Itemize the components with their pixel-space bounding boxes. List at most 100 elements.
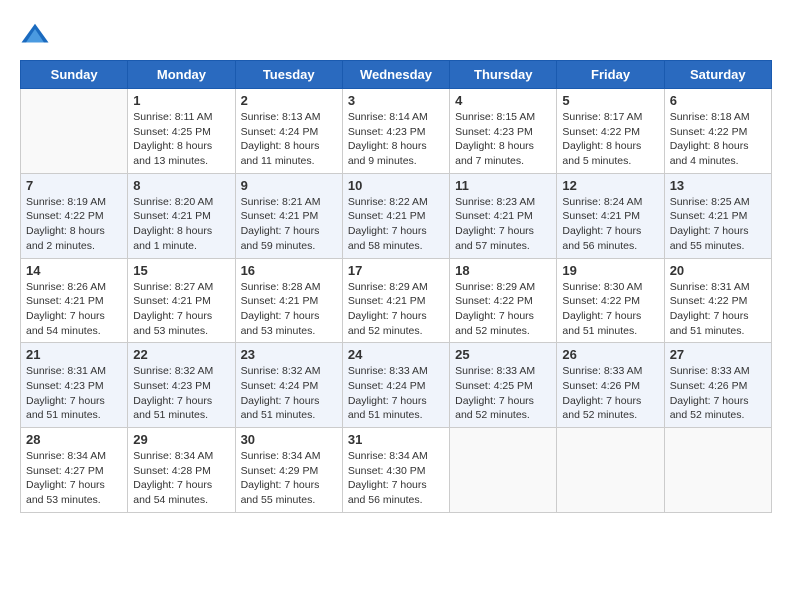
calendar-cell: 3Sunrise: 8:14 AM Sunset: 4:23 PM Daylig… <box>342 89 449 174</box>
calendar-cell: 18Sunrise: 8:29 AM Sunset: 4:22 PM Dayli… <box>450 258 557 343</box>
calendar-cell: 28 Sunrise: 8:34 AM Sunset: 4:27 PM Dayli… <box>21 428 128 513</box>
cell-info: Sunrise: 8:28 AM Sunset: 4:21 PM Dayligh… <box>241 280 337 339</box>
day-number: 6 <box>670 93 766 108</box>
day-number: 18 <box>455 263 551 278</box>
calendar-cell: 23 Sunrise: 8:32 AM Sunset: 4:24 PM Dayli… <box>235 343 342 428</box>
calendar-cell: 17 Sunrise: 8:29 AM Sunset: 4:21 PM Dayli… <box>342 258 449 343</box>
day-number: 28 <box>26 432 122 447</box>
cell-info: Sunrise: 8:33 AM Sunset: 4:26 PM Dayligh… <box>562 364 658 423</box>
calendar-cell: 15Sunrise: 8:27 AM Sunset: 4:21 PM Dayli… <box>128 258 235 343</box>
day-number: 26 <box>562 347 658 362</box>
cell-info: Sunrise: 8:17 AM Sunset: 4:22 PM Dayligh… <box>562 110 658 169</box>
day-number: 4 <box>455 93 551 108</box>
weekday-header-friday: Friday <box>557 61 664 89</box>
weekday-header-wednesday: Wednesday <box>342 61 449 89</box>
day-number: 23 <box>241 347 337 362</box>
day-number: 11 <box>455 178 551 193</box>
cell-info: Sunrise: 8:33 AM Sunset: 4:26 PM Dayligh… <box>670 364 766 423</box>
day-number: 27 <box>670 347 766 362</box>
calendar-cell: 26 Sunrise: 8:33 AM Sunset: 4:26 PM Dayli… <box>557 343 664 428</box>
calendar-cell: 25Sunrise: 8:33 AM Sunset: 4:25 PM Dayli… <box>450 343 557 428</box>
calendar-body: 1 Sunrise: 8:11 AM Sunset: 4:25 PM Daylig… <box>21 89 772 513</box>
cell-info: Sunrise: 8:31 AM Sunset: 4:22 PM Dayligh… <box>670 280 766 339</box>
day-number: 7 <box>26 178 122 193</box>
calendar-cell: 14 Sunrise: 8:26 AM Sunset: 4:21 PM Dayli… <box>21 258 128 343</box>
day-number: 31 <box>348 432 444 447</box>
weekday-header-sunday: Sunday <box>21 61 128 89</box>
calendar-cell: 10Sunrise: 8:22 AM Sunset: 4:21 PM Dayli… <box>342 173 449 258</box>
day-number: 9 <box>241 178 337 193</box>
calendar-week-2: 7 Sunrise: 8:19 AM Sunset: 4:22 PM Daylig… <box>21 173 772 258</box>
weekday-header-row: SundayMondayTuesdayWednesdayThursdayFrid… <box>21 61 772 89</box>
calendar-cell: 19Sunrise: 8:30 AM Sunset: 4:22 PM Dayli… <box>557 258 664 343</box>
logo <box>20 20 54 50</box>
calendar-week-1: 1 Sunrise: 8:11 AM Sunset: 4:25 PM Daylig… <box>21 89 772 174</box>
cell-info: Sunrise: 8:11 AM Sunset: 4:25 PM Dayligh… <box>133 110 229 169</box>
calendar-cell: 21 Sunrise: 8:31 AM Sunset: 4:23 PM Dayli… <box>21 343 128 428</box>
calendar-cell <box>557 428 664 513</box>
cell-info: Sunrise: 8:34 AM Sunset: 4:30 PM Dayligh… <box>348 449 444 508</box>
cell-info: Sunrise: 8:32 AM Sunset: 4:23 PM Dayligh… <box>133 364 229 423</box>
cell-info: Sunrise: 8:23 AM Sunset: 4:21 PM Dayligh… <box>455 195 551 254</box>
calendar-week-3: 14 Sunrise: 8:26 AM Sunset: 4:21 PM Dayli… <box>21 258 772 343</box>
cell-info: Sunrise: 8:34 AM Sunset: 4:28 PM Dayligh… <box>133 449 229 508</box>
calendar-week-5: 28 Sunrise: 8:34 AM Sunset: 4:27 PM Dayli… <box>21 428 772 513</box>
calendar-cell: 5 Sunrise: 8:17 AM Sunset: 4:22 PM Daylig… <box>557 89 664 174</box>
day-number: 8 <box>133 178 229 193</box>
calendar-week-4: 21 Sunrise: 8:31 AM Sunset: 4:23 PM Dayli… <box>21 343 772 428</box>
page-header <box>20 20 772 50</box>
calendar-cell: 11 Sunrise: 8:23 AM Sunset: 4:21 PM Dayli… <box>450 173 557 258</box>
day-number: 16 <box>241 263 337 278</box>
day-number: 10 <box>348 178 444 193</box>
calendar-cell: 29 Sunrise: 8:34 AM Sunset: 4:28 PM Dayli… <box>128 428 235 513</box>
calendar-cell: 1 Sunrise: 8:11 AM Sunset: 4:25 PM Daylig… <box>128 89 235 174</box>
calendar-cell: 20 Sunrise: 8:31 AM Sunset: 4:22 PM Dayli… <box>664 258 771 343</box>
cell-info: Sunrise: 8:34 AM Sunset: 4:27 PM Dayligh… <box>26 449 122 508</box>
day-number: 24 <box>348 347 444 362</box>
calendar-cell: 13 Sunrise: 8:25 AM Sunset: 4:21 PM Dayli… <box>664 173 771 258</box>
cell-info: Sunrise: 8:24 AM Sunset: 4:21 PM Dayligh… <box>562 195 658 254</box>
day-number: 30 <box>241 432 337 447</box>
cell-info: Sunrise: 8:26 AM Sunset: 4:21 PM Dayligh… <box>26 280 122 339</box>
day-number: 12 <box>562 178 658 193</box>
cell-info: Sunrise: 8:32 AM Sunset: 4:24 PM Dayligh… <box>241 364 337 423</box>
calendar-cell: 27 Sunrise: 8:33 AM Sunset: 4:26 PM Dayli… <box>664 343 771 428</box>
cell-info: Sunrise: 8:29 AM Sunset: 4:21 PM Dayligh… <box>348 280 444 339</box>
weekday-header-thursday: Thursday <box>450 61 557 89</box>
day-number: 17 <box>348 263 444 278</box>
cell-info: Sunrise: 8:31 AM Sunset: 4:23 PM Dayligh… <box>26 364 122 423</box>
weekday-header-tuesday: Tuesday <box>235 61 342 89</box>
calendar-cell <box>664 428 771 513</box>
cell-info: Sunrise: 8:14 AM Sunset: 4:23 PM Dayligh… <box>348 110 444 169</box>
calendar-cell: 7 Sunrise: 8:19 AM Sunset: 4:22 PM Daylig… <box>21 173 128 258</box>
cell-info: Sunrise: 8:33 AM Sunset: 4:24 PM Dayligh… <box>348 364 444 423</box>
calendar-cell: 6 Sunrise: 8:18 AM Sunset: 4:22 PM Daylig… <box>664 89 771 174</box>
calendar-cell: 16 Sunrise: 8:28 AM Sunset: 4:21 PM Dayli… <box>235 258 342 343</box>
logo-icon <box>20 20 50 50</box>
weekday-header-monday: Monday <box>128 61 235 89</box>
day-number: 29 <box>133 432 229 447</box>
day-number: 15 <box>133 263 229 278</box>
calendar-cell: 12 Sunrise: 8:24 AM Sunset: 4:21 PM Dayli… <box>557 173 664 258</box>
day-number: 22 <box>133 347 229 362</box>
calendar-cell: 4 Sunrise: 8:15 AM Sunset: 4:23 PM Daylig… <box>450 89 557 174</box>
day-number: 1 <box>133 93 229 108</box>
calendar-cell <box>450 428 557 513</box>
day-number: 13 <box>670 178 766 193</box>
day-number: 5 <box>562 93 658 108</box>
cell-info: Sunrise: 8:15 AM Sunset: 4:23 PM Dayligh… <box>455 110 551 169</box>
cell-info: Sunrise: 8:13 AM Sunset: 4:24 PM Dayligh… <box>241 110 337 169</box>
cell-info: Sunrise: 8:21 AM Sunset: 4:21 PM Dayligh… <box>241 195 337 254</box>
cell-info: Sunrise: 8:30 AM Sunset: 4:22 PM Dayligh… <box>562 280 658 339</box>
calendar-cell <box>21 89 128 174</box>
calendar-cell: 2Sunrise: 8:13 AM Sunset: 4:24 PM Daylig… <box>235 89 342 174</box>
calendar-table: SundayMondayTuesdayWednesdayThursdayFrid… <box>20 60 772 513</box>
day-number: 14 <box>26 263 122 278</box>
day-number: 21 <box>26 347 122 362</box>
cell-info: Sunrise: 8:25 AM Sunset: 4:21 PM Dayligh… <box>670 195 766 254</box>
cell-info: Sunrise: 8:20 AM Sunset: 4:21 PM Dayligh… <box>133 195 229 254</box>
cell-info: Sunrise: 8:19 AM Sunset: 4:22 PM Dayligh… <box>26 195 122 254</box>
day-number: 20 <box>670 263 766 278</box>
calendar-cell: 22 Sunrise: 8:32 AM Sunset: 4:23 PM Dayli… <box>128 343 235 428</box>
cell-info: Sunrise: 8:18 AM Sunset: 4:22 PM Dayligh… <box>670 110 766 169</box>
